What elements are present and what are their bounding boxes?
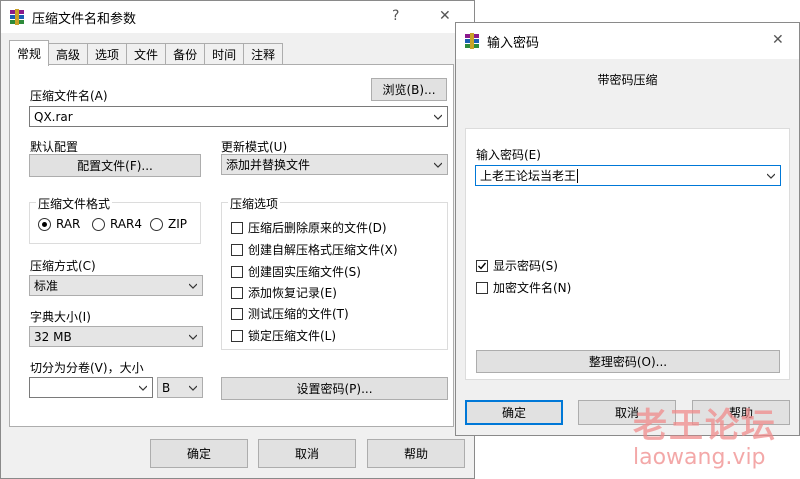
chevron-down-icon — [189, 385, 197, 391]
profiles-button[interactable]: 配置文件(F)... — [29, 154, 201, 177]
checkbox-icon — [231, 265, 243, 278]
help-button[interactable]: 帮助 — [367, 439, 465, 468]
update-mode-label: 更新模式(U) — [221, 140, 288, 154]
tab-general[interactable]: 常规 — [9, 40, 50, 66]
watermark-url: laowang.vip — [633, 445, 766, 470]
format-zip-label: ZIP — [168, 217, 187, 231]
checkbox-icon — [231, 221, 243, 234]
option-delete-after[interactable]: 压缩后删除原来的文件(D) — [231, 219, 387, 236]
format-group-title: 压缩文件格式 — [36, 195, 113, 212]
default-profile-label: 默认配置 — [30, 140, 79, 154]
close-icon[interactable]: ✕ — [439, 8, 451, 24]
tab-time[interactable]: 时间 — [204, 43, 245, 65]
option-solid[interactable]: 创建固实压缩文件(S) — [231, 263, 361, 280]
password-label: 输入密码(E) — [476, 148, 541, 162]
split-size-combo[interactable] — [29, 377, 153, 398]
browse-button[interactable]: 浏览(B)... — [371, 78, 447, 101]
option-recovery[interactable]: 添加恢复记录(E) — [231, 284, 337, 301]
watermark-chinese: 老王论坛 — [633, 406, 777, 446]
archive-name-label: 压缩文件名(A) — [30, 89, 108, 103]
set-password-button[interactable]: 设置密码(P)... — [221, 377, 448, 400]
chevron-down-icon — [767, 173, 775, 179]
password-value: 上老王论坛当老王 — [480, 169, 577, 183]
password-ok-button[interactable]: 确定 — [465, 400, 563, 425]
password-titlebar: 输入密码 ✕ — [456, 23, 799, 59]
format-group: 压缩文件格式 RAR RAR4 ZIP — [29, 195, 201, 244]
split-label: 切分为分卷(V)，大小 — [30, 361, 144, 375]
option-label: 压缩后删除原来的文件(D) — [248, 221, 387, 235]
options-group-title: 压缩选项 — [228, 195, 281, 212]
method-label: 压缩方式(C) — [30, 259, 96, 273]
radio-icon — [92, 217, 105, 231]
main-dialog-title: 压缩文件名和参数 — [32, 11, 137, 27]
chevron-down-icon — [434, 114, 442, 120]
close-icon[interactable]: ✕ — [772, 32, 784, 48]
help-icon[interactable]: ? — [392, 8, 399, 24]
chevron-down-icon — [139, 385, 147, 391]
password-header-text: 带密码压缩 — [597, 73, 658, 87]
organize-passwords-button[interactable]: 整理密码(O)... — [476, 350, 780, 373]
option-label: 测试压缩的文件(T) — [248, 307, 349, 321]
format-radio-zip[interactable]: ZIP — [150, 217, 187, 231]
option-label: 创建固实压缩文件(S) — [248, 265, 361, 279]
dict-value: 32 MB — [34, 329, 72, 344]
general-tab-panel: 压缩文件名(A) 浏览(B)... QX.rar 默认配置 配置文件(F)...… — [9, 64, 454, 427]
chevron-down-icon — [189, 283, 197, 289]
winrar-app-icon — [9, 9, 25, 25]
options-group: 压缩选项 压缩后删除原来的文件(D) 创建自解压格式压缩文件(X) 创建固实压缩… — [221, 195, 448, 350]
archive-name-combo[interactable]: QX.rar — [29, 106, 448, 127]
tab-backup[interactable]: 备份 — [165, 43, 206, 65]
format-radio-rar4[interactable]: RAR4 — [92, 217, 142, 231]
encrypt-names-checkbox[interactable]: 加密文件名(N) — [476, 279, 571, 296]
dict-select[interactable]: 32 MB — [29, 326, 203, 347]
archive-name-value: QX.rar — [34, 109, 73, 124]
format-rar4-label: RAR4 — [110, 217, 143, 231]
option-label: 添加恢复记录(E) — [248, 286, 337, 300]
option-test[interactable]: 测试压缩的文件(T) — [231, 305, 349, 322]
checkbox-icon — [231, 329, 243, 342]
update-mode-select[interactable]: 添加并替换文件 — [221, 154, 448, 175]
password-input[interactable]: 上老王论坛当老王 — [475, 165, 781, 186]
show-password-checkbox[interactable]: 显示密码(S) — [476, 257, 558, 274]
update-mode-value: 添加并替换文件 — [226, 158, 311, 172]
radio-icon — [150, 217, 163, 231]
format-rar-label: RAR — [56, 217, 81, 231]
main-dialog: 压缩文件名和参数 ? ✕ 常规 高级 选项 文件 备份 时间 注释 压缩文件名(… — [0, 0, 475, 479]
checkbox-icon — [231, 307, 243, 320]
password-panel: 输入密码(E) 上老王论坛当老王 显示密码(S) 加密文件名(N) 整理密码(O… — [465, 128, 790, 380]
tab-files[interactable]: 文件 — [126, 43, 167, 65]
password-dialog: 输入密码 ✕ 带密码压缩 输入密码(E) 上老王论坛当老王 显示密码(S) 加密… — [455, 22, 800, 436]
chevron-down-icon — [189, 334, 197, 340]
checkbox-icon — [231, 243, 243, 256]
method-select[interactable]: 标准 — [29, 275, 203, 296]
tab-options[interactable]: 选项 — [87, 43, 128, 65]
show-password-label: 显示密码(S) — [493, 259, 558, 273]
split-unit-value: B — [162, 380, 171, 395]
ok-button[interactable]: 确定 — [150, 439, 248, 468]
method-value: 标准 — [34, 279, 59, 293]
tab-advanced[interactable]: 高级 — [48, 43, 89, 65]
tab-comment[interactable]: 注释 — [243, 43, 284, 65]
format-radio-rar[interactable]: RAR — [38, 217, 80, 231]
option-sfx[interactable]: 创建自解压格式压缩文件(X) — [231, 241, 398, 258]
dict-label: 字典大小(I) — [30, 310, 91, 324]
main-titlebar: 压缩文件名和参数 ? ✕ — [1, 1, 474, 33]
cancel-button[interactable]: 取消 — [258, 439, 356, 468]
option-lock[interactable]: 锁定压缩文件(L) — [231, 327, 336, 344]
encrypt-names-label: 加密文件名(N) — [493, 281, 572, 295]
option-label: 创建自解压格式压缩文件(X) — [248, 243, 398, 257]
radio-selected-icon — [38, 217, 51, 231]
password-dialog-title: 输入密码 — [487, 35, 540, 51]
text-cursor — [577, 168, 579, 183]
password-header-area: 带密码压缩 — [456, 59, 799, 119]
checkbox-icon — [476, 281, 488, 294]
checkbox-checked-icon — [476, 259, 488, 272]
tab-strip: 常规 高级 选项 文件 备份 时间 注释 — [9, 40, 284, 66]
chevron-down-icon — [434, 162, 442, 168]
winrar-app-icon — [464, 33, 480, 49]
split-unit-select[interactable]: B — [157, 377, 203, 398]
checkbox-icon — [231, 286, 243, 299]
option-label: 锁定压缩文件(L) — [248, 329, 337, 343]
